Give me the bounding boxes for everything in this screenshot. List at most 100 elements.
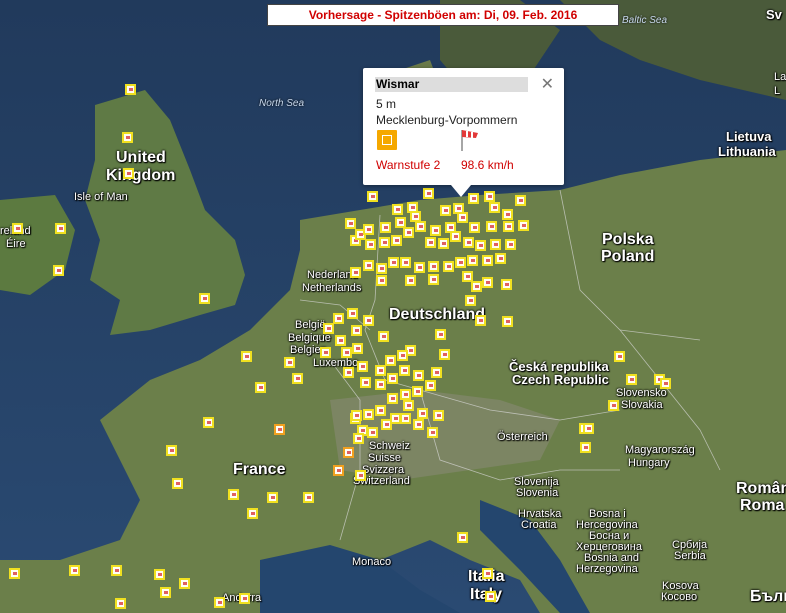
weather-station-marker[interactable] xyxy=(425,380,436,391)
weather-station-marker[interactable] xyxy=(475,315,486,326)
weather-station-marker[interactable] xyxy=(363,315,374,326)
weather-station-marker[interactable] xyxy=(351,410,362,421)
weather-station-marker[interactable] xyxy=(284,357,295,368)
weather-station-marker[interactable] xyxy=(502,209,513,220)
weather-station-marker[interactable] xyxy=(375,405,386,416)
weather-station-marker[interactable] xyxy=(239,593,250,604)
weather-station-marker[interactable] xyxy=(482,255,493,266)
weather-station-marker[interactable] xyxy=(160,587,171,598)
weather-station-marker[interactable] xyxy=(457,212,468,223)
weather-station-marker[interactable] xyxy=(467,255,478,266)
weather-station-marker[interactable] xyxy=(335,335,346,346)
weather-station-marker[interactable] xyxy=(400,257,411,268)
weather-station-marker[interactable] xyxy=(323,323,334,334)
weather-station-marker[interactable] xyxy=(228,489,239,500)
weather-station-marker[interactable] xyxy=(12,223,23,234)
weather-station-marker[interactable] xyxy=(399,365,410,376)
weather-station-marker[interactable] xyxy=(343,447,354,458)
weather-station-marker[interactable] xyxy=(415,221,426,232)
weather-station-marker[interactable] xyxy=(518,220,529,231)
weather-station-marker[interactable] xyxy=(111,565,122,576)
weather-station-marker[interactable] xyxy=(303,492,314,503)
weather-station-marker[interactable] xyxy=(505,239,516,250)
weather-station-marker[interactable] xyxy=(125,84,136,95)
weather-station-marker[interactable] xyxy=(392,204,403,215)
weather-station-marker[interactable] xyxy=(489,202,500,213)
weather-station-marker[interactable] xyxy=(439,349,450,360)
weather-station-marker[interactable] xyxy=(341,347,352,358)
weather-station-marker[interactable] xyxy=(410,211,421,222)
weather-station-marker[interactable] xyxy=(427,427,438,438)
weather-station-marker[interactable] xyxy=(343,367,354,378)
weather-station-marker[interactable] xyxy=(400,413,411,424)
weather-station-marker[interactable] xyxy=(403,400,414,411)
weather-station-marker[interactable] xyxy=(501,279,512,290)
weather-station-marker[interactable] xyxy=(485,591,496,602)
weather-station-marker[interactable] xyxy=(626,374,637,385)
weather-station-marker[interactable] xyxy=(482,277,493,288)
weather-station-marker[interactable] xyxy=(380,222,391,233)
weather-station-marker[interactable] xyxy=(363,224,374,235)
weather-station-marker[interactable] xyxy=(391,235,402,246)
weather-station-marker[interactable] xyxy=(387,373,398,384)
weather-station-marker[interactable] xyxy=(450,231,461,242)
weather-station-marker[interactable] xyxy=(376,263,387,274)
weather-station-marker[interactable] xyxy=(352,343,363,354)
weather-station-marker[interactable] xyxy=(9,568,20,579)
weather-station-marker[interactable] xyxy=(423,188,434,199)
weather-station-marker[interactable] xyxy=(203,417,214,428)
weather-station-marker[interactable] xyxy=(583,423,594,434)
weather-station-marker[interactable] xyxy=(413,370,424,381)
weather-station-marker[interactable] xyxy=(471,281,482,292)
weather-station-marker[interactable] xyxy=(355,470,366,481)
weather-station-marker[interactable] xyxy=(333,313,344,324)
weather-station-marker[interactable] xyxy=(347,308,358,319)
weather-station-marker[interactable] xyxy=(428,261,439,272)
weather-station-marker[interactable] xyxy=(267,492,278,503)
weather-station-marker[interactable] xyxy=(357,361,368,372)
weather-station-marker[interactable] xyxy=(503,221,514,232)
weather-station-marker[interactable] xyxy=(179,578,190,589)
weather-station-marker[interactable] xyxy=(397,350,408,361)
weather-station-marker[interactable] xyxy=(247,508,258,519)
weather-station-marker[interactable] xyxy=(55,223,66,234)
close-icon[interactable]: ✕ xyxy=(541,74,554,94)
weather-station-marker[interactable] xyxy=(154,569,165,580)
weather-station-marker[interactable] xyxy=(395,217,406,228)
weather-station-marker[interactable] xyxy=(495,253,506,264)
weather-station-marker[interactable] xyxy=(482,568,493,579)
weather-station-marker[interactable] xyxy=(379,237,390,248)
weather-station-marker[interactable] xyxy=(433,410,444,421)
weather-station-marker[interactable] xyxy=(375,365,386,376)
weather-station-marker[interactable] xyxy=(660,378,671,389)
weather-station-marker[interactable] xyxy=(122,132,133,143)
weather-station-marker[interactable] xyxy=(417,408,428,419)
weather-station-marker[interactable] xyxy=(438,238,449,249)
weather-station-marker[interactable] xyxy=(367,191,378,202)
weather-station-marker[interactable] xyxy=(387,393,398,404)
weather-station-marker[interactable] xyxy=(363,409,374,420)
weather-station-marker[interactable] xyxy=(502,316,513,327)
weather-station-marker[interactable] xyxy=(274,424,285,435)
weather-station-marker[interactable] xyxy=(435,329,446,340)
weather-station-marker[interactable] xyxy=(123,168,134,179)
weather-station-marker[interactable] xyxy=(376,275,387,286)
weather-station-marker[interactable] xyxy=(199,293,210,304)
weather-station-marker[interactable] xyxy=(463,237,474,248)
weather-station-marker[interactable] xyxy=(375,379,386,390)
weather-station-marker[interactable] xyxy=(486,221,497,232)
weather-station-marker[interactable] xyxy=(53,265,64,276)
weather-station-marker[interactable] xyxy=(465,295,476,306)
weather-station-marker[interactable] xyxy=(413,419,424,430)
weather-station-marker[interactable] xyxy=(353,433,364,444)
weather-station-marker[interactable] xyxy=(515,195,526,206)
weather-station-marker[interactable] xyxy=(405,275,416,286)
weather-station-marker[interactable] xyxy=(580,442,591,453)
weather-station-marker[interactable] xyxy=(403,227,414,238)
weather-station-marker[interactable] xyxy=(345,218,356,229)
weather-station-marker[interactable] xyxy=(69,565,80,576)
weather-station-marker[interactable] xyxy=(292,373,303,384)
weather-station-marker[interactable] xyxy=(351,325,362,336)
weather-station-marker[interactable] xyxy=(490,239,501,250)
weather-station-marker[interactable] xyxy=(166,445,177,456)
